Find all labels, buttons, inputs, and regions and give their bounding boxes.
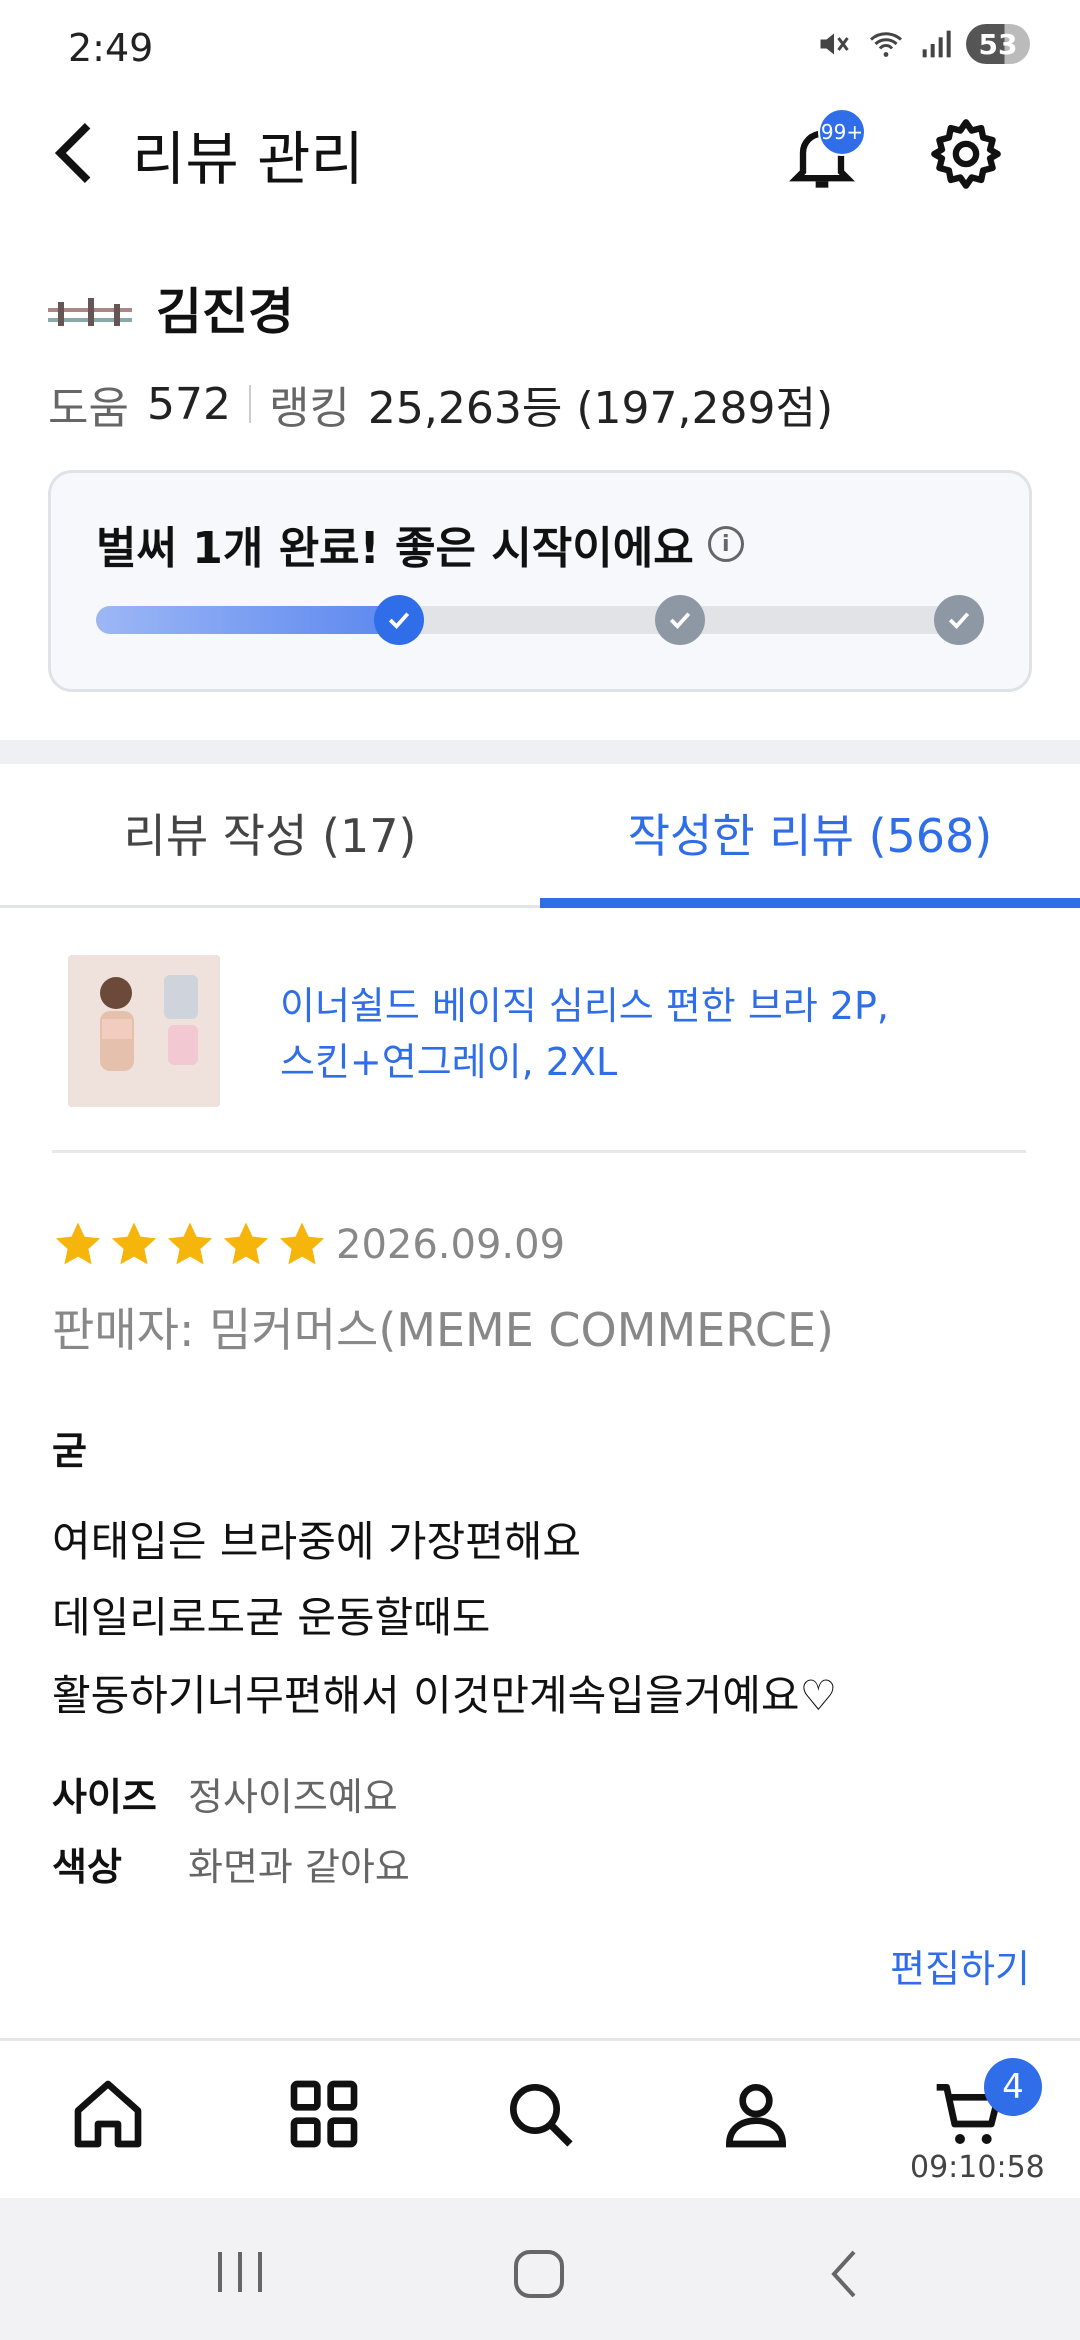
review-date: 2026.09.09 xyxy=(336,1222,566,1268)
attribute-value-color: 화면과 같아요 xyxy=(188,1845,410,1889)
status-icons: 53 xyxy=(816,24,1030,64)
back-button[interactable] xyxy=(44,118,104,188)
progress-card xyxy=(48,470,1032,692)
star-icon xyxy=(223,1222,269,1265)
battery-indicator: 53 xyxy=(966,24,1030,64)
search-icon[interactable] xyxy=(500,2074,580,2154)
product-image[interactable] xyxy=(68,955,220,1107)
progress-title-text: 벌써 1개 완료! 좋은 시작이에요 xyxy=(96,523,694,574)
star-icon xyxy=(55,1222,101,1265)
step-3-check-icon xyxy=(934,595,984,645)
username: 김진경 xyxy=(156,283,294,341)
profile-icon[interactable] xyxy=(716,2074,796,2154)
ranking-value: 25,263등 (197,289점) xyxy=(367,383,834,434)
info-icon[interactable]: i xyxy=(707,526,744,562)
avatar xyxy=(48,298,132,326)
step-2-check-icon xyxy=(655,595,705,645)
attribute-key-color: 색상 xyxy=(52,1845,122,1889)
edit-review-button[interactable]: 편집하기 xyxy=(890,1938,1030,1993)
product-name-line1: 이너쉴드 베이직 심리스 편한 브라 2P, xyxy=(280,984,890,1028)
tab-write-review[interactable]: 리뷰 작성 (17) xyxy=(0,800,540,866)
progress-fill xyxy=(96,606,402,634)
rating-stars xyxy=(52,1218,328,1270)
gear-icon[interactable] xyxy=(928,116,1004,192)
attribute-value-size: 정사이즈예요 xyxy=(188,1775,398,1819)
ranking-label: 랭킹 xyxy=(268,383,350,434)
profile-stats: 도움 572 랭킹 25,263등 (197,289점) xyxy=(48,372,833,436)
wifi-icon xyxy=(870,32,902,57)
help-value: 572 xyxy=(146,378,231,430)
star-icon xyxy=(279,1222,325,1265)
section-divider xyxy=(0,740,1080,764)
tab-written-reviews[interactable]: 작성한 리뷰 (568) xyxy=(540,800,1080,866)
review-line: 데일리로도굳 운동할때도 xyxy=(52,1593,491,1642)
review-line: 여태입은 브라중에 가장편해요 xyxy=(52,1517,582,1566)
category-grid-icon[interactable] xyxy=(284,2074,364,2154)
mute-icon xyxy=(820,33,849,55)
star-icon xyxy=(111,1222,157,1265)
help-label: 도움 xyxy=(48,383,129,434)
review-line: 활동하기너무편해서 이것만계속입을거예요♡ xyxy=(52,1671,838,1720)
star-icon xyxy=(167,1222,213,1265)
product-name-link[interactable]: 이너쉴드 베이직 심리스 편한 브라 2P, 스킨+연그레이, 2XL xyxy=(280,978,980,1090)
tab-active-indicator xyxy=(540,898,1080,908)
attribute-key-size: 사이즈 xyxy=(52,1775,157,1819)
step-1-check-icon xyxy=(374,595,424,645)
status-time: 2:49 xyxy=(68,26,154,70)
seller-name: 판매자: 밈커머스(MEME COMMERCE) xyxy=(52,1303,835,1357)
home-icon[interactable] xyxy=(68,2074,148,2154)
divider xyxy=(52,1150,1026,1153)
cart-count-badge: 4 xyxy=(984,2058,1042,2116)
home-button-icon[interactable] xyxy=(510,2246,570,2302)
page-title: 리뷰 관리 xyxy=(132,125,364,193)
notification-badge: 99+ xyxy=(818,108,866,156)
stats-divider xyxy=(248,385,251,423)
progress-title: 벌써 1개 완료! 좋은 시작이에요 i xyxy=(96,512,744,576)
countdown-timer: 09:10:58 xyxy=(910,2150,1045,2185)
product-name-line2: 스킨+연그레이, 2XL xyxy=(280,1040,618,1084)
recent-apps-icon[interactable] xyxy=(210,2246,270,2298)
signal-icon xyxy=(922,30,951,58)
system-back-icon[interactable] xyxy=(820,2246,870,2302)
review-title: 굳 xyxy=(52,1429,87,1473)
